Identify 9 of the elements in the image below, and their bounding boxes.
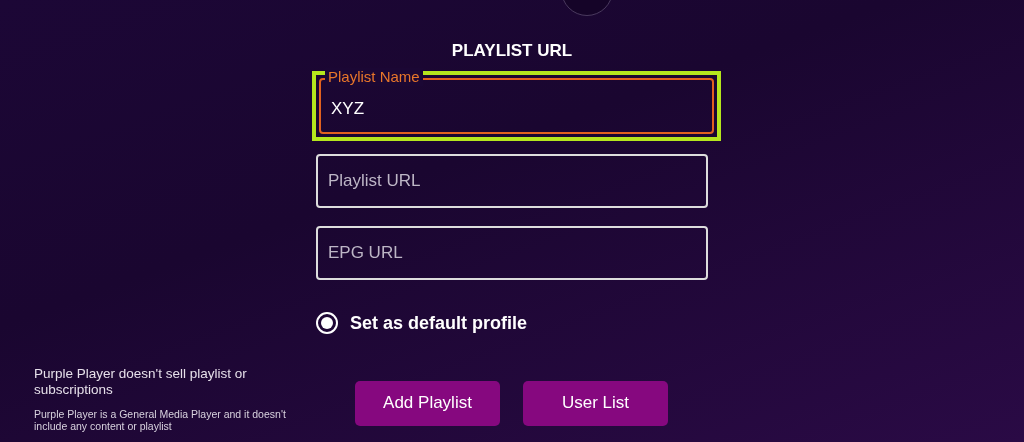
text-field[interactable]: EPG URL bbox=[316, 225, 708, 280]
default-profile-label: Set as default profile bbox=[350, 311, 528, 335]
text-field[interactable]: Playlist URL bbox=[316, 153, 708, 208]
notice-text: Purple Player is a General Media Player and it doesn't include any content or playlist bbox=[34, 408, 287, 432]
action-button[interactable]: Add Playlist bbox=[355, 380, 500, 426]
notice-heading: Purple Player doesn't sell playlist or subscriptions bbox=[34, 366, 248, 398]
page-title: PLAYLIST URL bbox=[450, 40, 574, 62]
default-profile-radio[interactable] bbox=[316, 312, 338, 334]
action-button[interactable]: User List bbox=[523, 380, 668, 426]
